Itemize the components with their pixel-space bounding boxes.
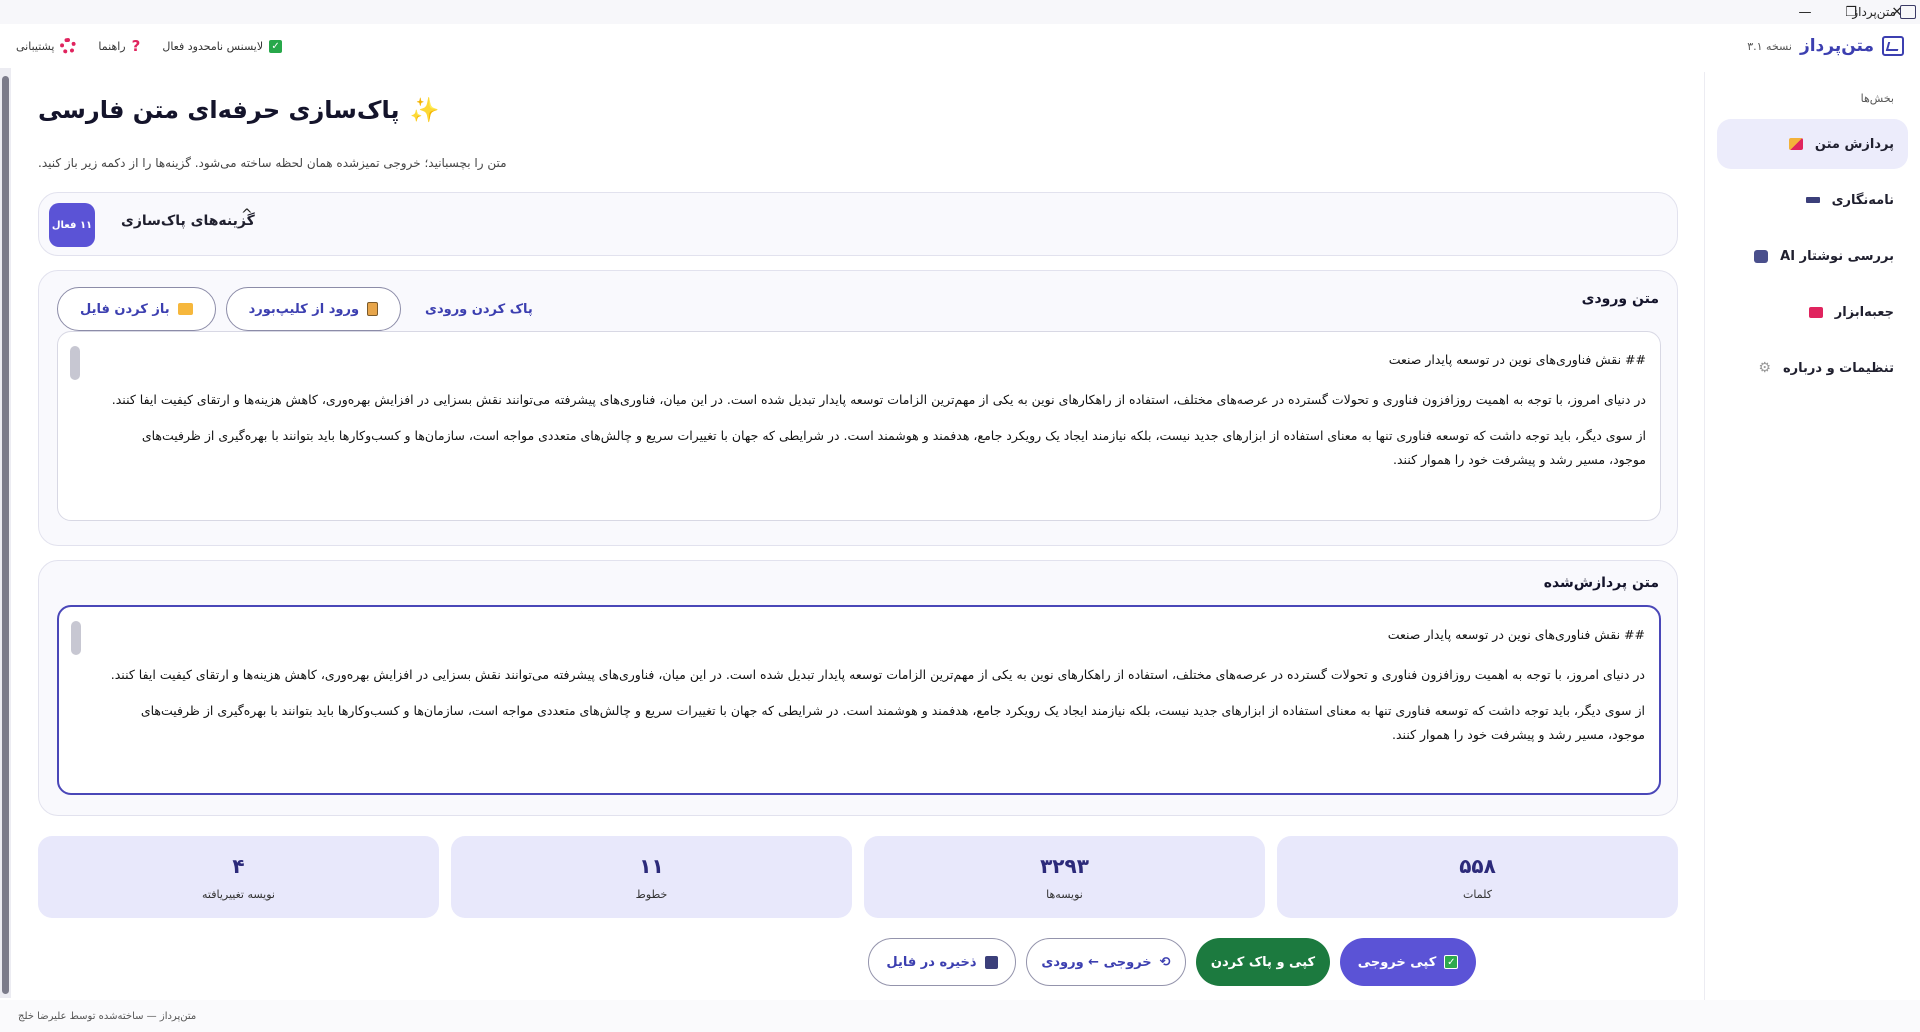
refresh-arrow-icon: ⟲ <box>1159 954 1171 970</box>
license-status: لایسنس نامحدود فعال ✓ <box>162 39 283 53</box>
stat-label: نویسه‌ها <box>1046 887 1083 901</box>
window-controls: — ❐ ✕ <box>1782 0 1920 24</box>
clear-input-button[interactable]: پاک کردن ورودی <box>411 287 547 331</box>
brand-logo-icon <box>1882 36 1904 56</box>
clipboard-icon <box>367 302 379 316</box>
sparkles-icon: ✨ <box>409 96 440 124</box>
stat-label: نویسه تغییریافته <box>202 887 275 901</box>
sidebar-item-label: جعبه‌ابزار <box>1834 304 1894 320</box>
paste-clipboard-button[interactable]: ورود از کلیپ‌بورد <box>225 287 402 331</box>
envelope-icon <box>1805 197 1820 203</box>
gear-icon: ⚙ <box>1758 360 1771 376</box>
paste-clipboard-label: ورود از کلیپ‌بورد <box>248 301 360 317</box>
stats-row: ۴ نویسه تغییریافته ۱۱ خطوط ۳۲۹۳ نویسه‌ها… <box>38 836 1678 918</box>
copy-output-label: کپی خروجی <box>1357 954 1437 970</box>
folder-icon <box>177 303 193 315</box>
caret-up-icon: ^ <box>241 207 253 223</box>
input-paragraph: از سوی دیگر، باید توجه داشت که توسعه فنا… <box>141 428 1646 467</box>
page-title: پاک‌سازی حرفه‌ای متن فارسی <box>38 96 400 124</box>
stat-value: ۳۲۹۳ <box>1040 853 1089 878</box>
stat-value: ۵۵۸ <box>1459 853 1496 878</box>
input-textarea[interactable]: ## نقش فناوری‌های نوین در توسعه پایدار ص… <box>57 331 1661 521</box>
output-paragraph: ## نقش فناوری‌های نوین در توسعه پایدار ص… <box>1387 627 1645 642</box>
sidebar-item-settings[interactable]: تنظیمات و درباره ⚙ <box>1717 343 1908 393</box>
sidebar-item-letter-writing[interactable]: نامه‌نگاری <box>1717 175 1908 225</box>
output-paragraph: در دنیای امروز، با توجه به اهمیت روزافزو… <box>110 667 1645 682</box>
output-title: متن پردازش‌شده <box>1543 575 1659 591</box>
copy-and-clear-button[interactable]: کپی و پاک کردن <box>1196 938 1330 986</box>
stat-value: ۱۱ <box>639 853 664 878</box>
open-file-label: باز کردن فایل <box>80 301 170 317</box>
header-links: پشتیبانی راهنما ? لایسنس نامحدود فعال ✓ <box>16 37 283 55</box>
brand: متن‌پرداز نسخه ۳.۱ <box>1747 36 1904 56</box>
open-file-button[interactable]: باز کردن فایل <box>57 287 216 331</box>
page-subtitle: متن را بچسبانید؛ خروجی تمیزشده همان لحظه… <box>38 156 507 170</box>
input-paragraph: ## نقش فناوری‌های نوین در توسعه پایدار ص… <box>1388 352 1646 367</box>
action-buttons: ذخیره در فایل خروجی ← ورودی ⟲ کپی و پاک … <box>868 938 1476 986</box>
input-scrollbar-thumb[interactable] <box>70 346 80 380</box>
support-label: پشتیبانی <box>16 39 55 53</box>
cleaning-options-toggle[interactable]: گزینه‌های پاک‌سازی ^ ۱۱ فعال <box>38 192 1678 256</box>
pencil-icon <box>1788 138 1803 150</box>
footer: متن‌پرداز — ساخته‌شده توسط علیرضا خلج <box>0 1000 1920 1032</box>
output-section: متن پردازش‌شده ## نقش فناوری‌های نوین در… <box>38 560 1678 816</box>
robot-icon <box>1754 249 1769 263</box>
check-icon: ✓ <box>1444 955 1459 969</box>
copy-output-button[interactable]: کپی خروجی ✓ <box>1340 938 1476 986</box>
sidebar-item-label: نامه‌نگاری <box>1831 192 1894 208</box>
input-section: متن ورودی باز کردن فایل ورود از کلیپ‌بور… <box>38 270 1678 546</box>
output-to-input-button[interactable]: خروجی ← ورودی ⟲ <box>1026 938 1186 986</box>
sidebar-item-label: بررسی نوشتار AI <box>1780 248 1894 264</box>
output-to-input-label: خروجی ← ورودی <box>1041 954 1152 970</box>
stat-words: ۵۵۸ کلمات <box>1277 836 1678 918</box>
footer-text: متن‌پرداز — ساخته‌شده توسط علیرضا خلج <box>18 1010 197 1022</box>
app-header: پشتیبانی راهنما ? لایسنس نامحدود فعال ✓ … <box>0 24 1920 68</box>
help-link[interactable]: راهنما ? <box>98 37 140 55</box>
support-link[interactable]: پشتیبانی <box>16 38 77 54</box>
stat-label: کلمات <box>1463 887 1492 901</box>
sidebar-item-ai-review[interactable]: بررسی نوشتار AI <box>1717 231 1908 281</box>
question-mark-icon: ? <box>131 37 141 55</box>
input-paragraph: در دنیای امروز، با توجه به اهمیت روزافزو… <box>111 392 1646 407</box>
lifebuoy-icon <box>60 38 77 54</box>
page-scrollbar-thumb[interactable] <box>2 76 9 994</box>
brand-name: متن‌پرداز <box>1799 36 1874 56</box>
close-button[interactable]: ✕ <box>1874 0 1920 24</box>
help-label: راهنما <box>98 39 126 53</box>
sidebar-section-title: بخش‌ها <box>1860 92 1894 105</box>
output-scrollbar-thumb[interactable] <box>71 621 81 655</box>
page-title-row: پاک‌سازی حرفه‌ای متن فارسی ✨ <box>38 96 439 124</box>
license-label: لایسنس نامحدود فعال <box>162 39 264 53</box>
stat-label: خطوط <box>635 887 668 901</box>
version-label: نسخه ۳.۱ <box>1747 39 1792 53</box>
window-titlebar: متن‌پرداز — ❐ ✕ <box>0 0 1920 24</box>
sidebar-item-label: پردازش متن <box>1814 136 1894 152</box>
check-icon: ✓ <box>269 39 283 53</box>
toolbox-icon <box>1808 306 1823 318</box>
sidebar-item-label: تنظیمات و درباره <box>1782 360 1894 376</box>
save-to-file-button[interactable]: ذخیره در فایل <box>868 938 1016 986</box>
sidebar: بخش‌ها پردازش متن نامه‌نگاری بررسی نوشتا… <box>1704 72 1920 1000</box>
stat-lines: ۱۱ خطوط <box>451 836 852 918</box>
sidebar-item-toolbox[interactable]: جعبه‌ابزار <box>1717 287 1908 337</box>
stat-value: ۴ <box>232 853 245 878</box>
save-to-file-label: ذخیره در فایل <box>886 954 977 970</box>
floppy-disk-icon <box>984 955 998 969</box>
output-paragraph: از سوی دیگر، باید توجه داشت که توسعه فنا… <box>140 703 1645 742</box>
stat-characters: ۳۲۹۳ نویسه‌ها <box>864 836 1265 918</box>
cleaning-options-label: گزینه‌های پاک‌سازی <box>121 213 255 229</box>
maximize-button[interactable]: ❐ <box>1828 0 1874 24</box>
minimize-button[interactable]: — <box>1782 0 1828 24</box>
sidebar-item-text-processing[interactable]: پردازش متن <box>1717 119 1908 169</box>
input-title: متن ورودی <box>1581 291 1659 307</box>
stat-changed-chars: ۴ نویسه تغییریافته <box>38 836 439 918</box>
active-options-badge: ۱۱ فعال <box>49 203 95 247</box>
page-scrollbar[interactable] <box>0 68 11 998</box>
input-toolbar: باز کردن فایل ورود از کلیپ‌بورد پاک کردن… <box>57 287 547 331</box>
output-textarea[interactable]: ## نقش فناوری‌های نوین در توسعه پایدار ص… <box>57 605 1661 795</box>
